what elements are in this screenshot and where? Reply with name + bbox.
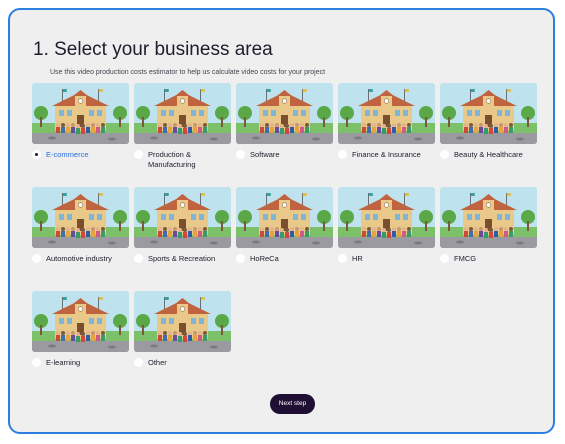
school-illustration bbox=[236, 83, 333, 144]
school-illustration bbox=[236, 187, 333, 248]
radio-button[interactable] bbox=[236, 254, 245, 263]
business-option[interactable]: HR bbox=[338, 187, 435, 276]
business-option[interactable]: E-learning bbox=[32, 291, 129, 380]
next-step-button[interactable]: Next step bbox=[270, 394, 315, 414]
school-illustration bbox=[440, 83, 537, 144]
school-illustration bbox=[134, 83, 231, 144]
option-label: Other bbox=[148, 358, 167, 367]
radio-button[interactable] bbox=[32, 254, 41, 263]
school-illustration bbox=[338, 83, 435, 144]
school-illustration bbox=[338, 187, 435, 248]
page-title: 1. Select your business area bbox=[33, 39, 273, 60]
school-illustration bbox=[440, 187, 537, 248]
school-illustration bbox=[134, 187, 231, 248]
business-option[interactable]: Finance & Insurance bbox=[338, 83, 435, 172]
option-label: FMCG bbox=[454, 254, 477, 263]
option-label: Software bbox=[250, 150, 280, 159]
option-label: Automotive industry bbox=[46, 254, 112, 263]
option-label: E-learning bbox=[46, 358, 81, 367]
option-label: Beauty & Healthcare bbox=[454, 150, 523, 159]
business-option[interactable]: Software bbox=[236, 83, 333, 172]
school-illustration bbox=[134, 291, 231, 352]
business-option[interactable]: Beauty & Healthcare bbox=[440, 83, 537, 172]
radio-button[interactable] bbox=[338, 254, 347, 263]
radio-button[interactable] bbox=[134, 254, 143, 263]
business-option[interactable]: FMCG bbox=[440, 187, 537, 276]
page-subtitle: Use this video production costs estimato… bbox=[50, 69, 326, 76]
school-illustration bbox=[32, 291, 129, 352]
business-option[interactable]: Sports & Recreation bbox=[134, 187, 231, 276]
option-label: HoReCa bbox=[250, 254, 279, 263]
business-option[interactable]: E-commerce bbox=[32, 83, 129, 172]
option-label: Production & Manufacturing bbox=[148, 150, 196, 169]
option-label: Finance & Insurance bbox=[352, 150, 421, 159]
radio-button[interactable] bbox=[440, 254, 449, 263]
option-label: E-commerce bbox=[46, 150, 89, 159]
business-option[interactable]: Production & Manufacturing bbox=[134, 83, 231, 172]
radio-button[interactable] bbox=[32, 150, 41, 159]
radio-button[interactable] bbox=[440, 150, 449, 159]
option-label: HR bbox=[352, 254, 363, 263]
business-option[interactable]: Other bbox=[134, 291, 231, 380]
radio-button[interactable] bbox=[134, 150, 143, 159]
option-label: Sports & Recreation bbox=[148, 254, 216, 263]
business-option[interactable]: HoReCa bbox=[236, 187, 333, 276]
radio-button[interactable] bbox=[134, 358, 143, 367]
radio-button[interactable] bbox=[236, 150, 245, 159]
radio-button[interactable] bbox=[338, 150, 347, 159]
radio-button[interactable] bbox=[32, 358, 41, 367]
school-illustration bbox=[32, 187, 129, 248]
form-card: 1. Select your business area Use this vi… bbox=[8, 8, 555, 434]
school-illustration bbox=[32, 83, 129, 144]
business-option[interactable]: Automotive industry bbox=[32, 187, 129, 276]
